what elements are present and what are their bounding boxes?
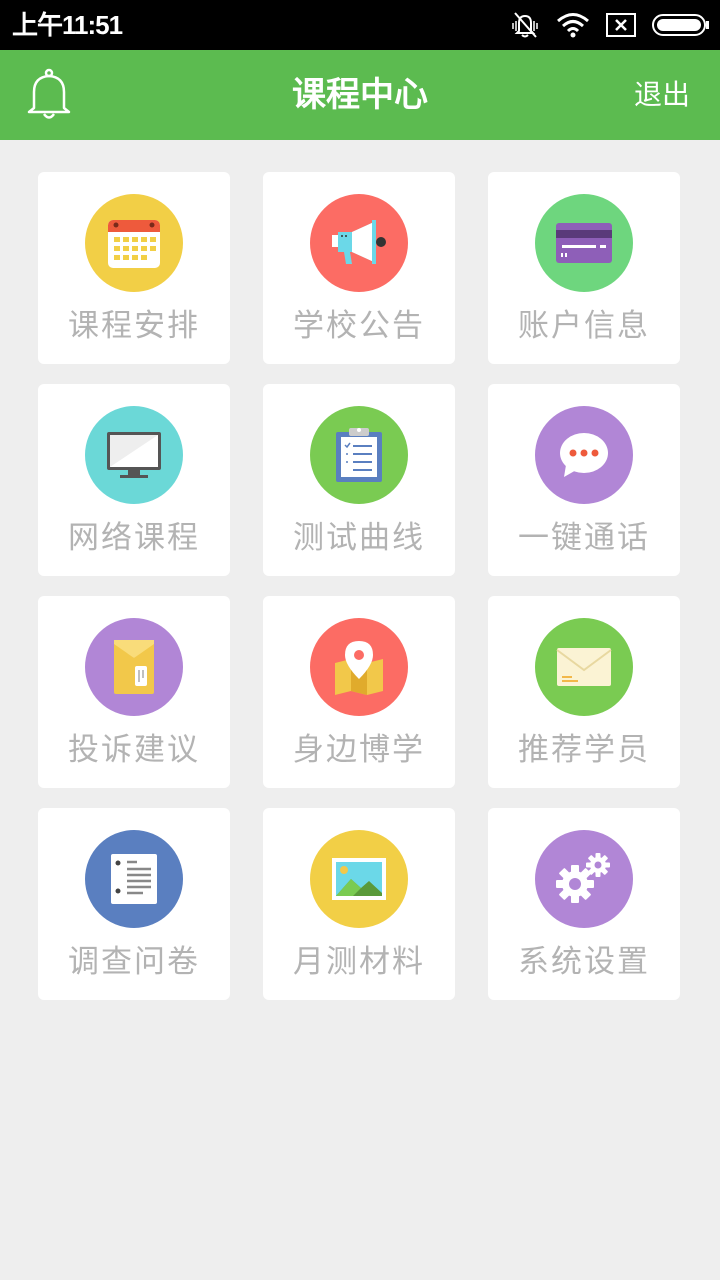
menu-item-label: 月测材料 [293, 944, 425, 980]
menu-item-label: 账户信息 [518, 308, 650, 344]
battery-icon [652, 13, 710, 37]
wifi-icon [556, 12, 590, 38]
menu-item-online-course[interactable]: 网络课程 [38, 384, 230, 576]
credit-card-icon [535, 194, 633, 292]
menu-item-nearby-learning[interactable]: 身边博学 [263, 596, 455, 788]
menu-item-system-settings[interactable]: 系统设置 [488, 808, 680, 1000]
notebook-icon [85, 830, 183, 928]
menu-item-label: 课程安排 [68, 308, 200, 344]
chat-bubble-icon [535, 406, 633, 504]
menu-item-recommend-student[interactable]: 推荐学员 [488, 596, 680, 788]
menu-item-complaints[interactable]: 投诉建议 [38, 596, 230, 788]
menu-item-label: 调查问卷 [68, 944, 200, 980]
menu-item-one-click-call[interactable]: 一键通话 [488, 384, 680, 576]
page-title: 课程中心 [292, 75, 428, 115]
menu-item-label: 测试曲线 [293, 520, 425, 556]
bell-icon[interactable] [24, 68, 74, 122]
mail-icon [535, 618, 633, 716]
menu-item-course-schedule[interactable]: 课程安排 [38, 172, 230, 364]
map-pin-icon [310, 618, 408, 716]
megaphone-icon [310, 194, 408, 292]
clipboard-icon [310, 406, 408, 504]
monitor-icon [85, 406, 183, 504]
status-time: 上午11:51 [12, 10, 123, 40]
status-bar: 上午11:51 [0, 0, 720, 50]
status-icons [510, 10, 710, 40]
menu-item-monthly-test-material[interactable]: 月测材料 [263, 808, 455, 1000]
menu-item-label: 推荐学员 [518, 732, 650, 768]
menu-item-label: 网络课程 [68, 520, 200, 556]
menu-item-label: 投诉建议 [68, 732, 200, 768]
no-sim-icon [606, 13, 636, 37]
calendar-icon [85, 194, 183, 292]
logout-button[interactable]: 退出 [634, 71, 690, 119]
menu-item-survey[interactable]: 调查问卷 [38, 808, 230, 1000]
gears-icon [535, 830, 633, 928]
menu-item-label: 一键通话 [518, 520, 650, 556]
document-envelope-icon [85, 618, 183, 716]
menu-item-school-notice[interactable]: 学校公告 [263, 172, 455, 364]
menu-item-label: 身边博学 [293, 732, 425, 768]
menu-item-account-info[interactable]: 账户信息 [488, 172, 680, 364]
mute-icon [510, 11, 540, 39]
menu-item-test-curve[interactable]: 测试曲线 [263, 384, 455, 576]
menu-item-label: 系统设置 [518, 944, 650, 980]
menu-item-label: 学校公告 [293, 308, 425, 344]
image-icon [310, 830, 408, 928]
app-bar: 课程中心 退出 [0, 50, 720, 140]
